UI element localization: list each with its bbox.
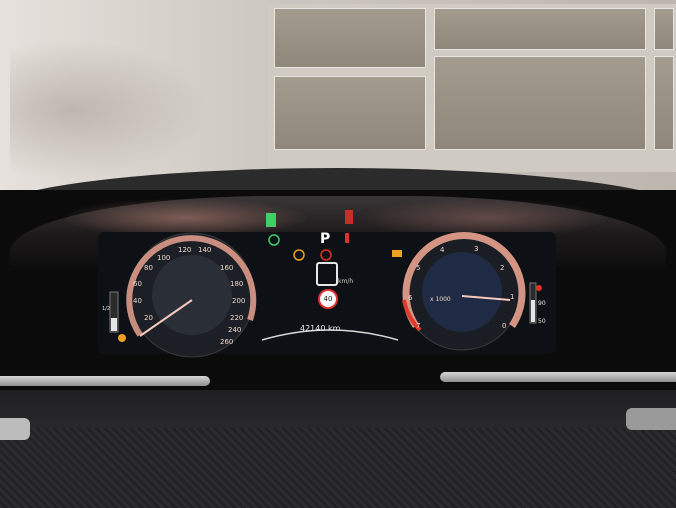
right-chrome-trim — [440, 372, 676, 382]
gear-indicator: P — [320, 231, 331, 247]
speed-tick: 60 — [133, 280, 142, 288]
rpm-tick: 1 — [510, 293, 515, 301]
rpm-tick: 3 — [474, 245, 479, 253]
traction-control-icon — [268, 234, 280, 246]
coolant-temp-level — [531, 300, 535, 322]
fuel-level — [111, 318, 117, 331]
rpm-tick: 4 — [440, 246, 445, 254]
speed-tick: 160 — [220, 264, 234, 272]
speed-limit-sign: 40 — [318, 289, 338, 309]
left-chrome-trim — [0, 376, 210, 386]
engine-warning-icon — [293, 249, 305, 261]
rpm-tick: 6 — [408, 294, 413, 302]
battery-icon — [392, 250, 402, 257]
red-indicator-light — [345, 210, 353, 224]
speed-tick: 260 — [220, 338, 234, 346]
speed-tick: 200 — [232, 297, 246, 305]
fuel-warning-icon — [118, 334, 126, 342]
speed-tick: 180 — [230, 280, 244, 288]
tachometer — [402, 231, 526, 351]
speed-tick: 80 — [144, 264, 153, 272]
rpm-tick: 2 — [500, 264, 505, 272]
carbon-fiber-trim — [0, 428, 676, 508]
photo-scene: P 20 40 60 80 100 120 140 160 180 200 22… — [0, 0, 676, 508]
rpm-tick: 7 — [416, 322, 421, 330]
right-air-vent — [626, 408, 676, 430]
speed-tick: 240 — [228, 326, 242, 334]
fuel-scale-mark: 1/2 — [102, 306, 111, 312]
temp-scale-low: 50 — [538, 318, 546, 325]
rpm-unit: x 1000 — [430, 296, 451, 303]
speed-tick: 140 — [198, 246, 212, 254]
left-air-vent — [0, 418, 30, 440]
speed-tick: 220 — [230, 314, 244, 322]
temp-scale-high: 90 — [538, 300, 546, 307]
door-open-icon — [536, 285, 542, 291]
temperature-warning-icon — [345, 233, 349, 243]
green-indicator-light — [266, 213, 276, 227]
odometer: 42140 km — [300, 324, 341, 333]
speed-tick: 120 — [178, 246, 192, 254]
brake-warning-icon — [320, 249, 332, 261]
speed-tick: 20 — [144, 314, 153, 322]
dashboard-cowl — [0, 390, 676, 430]
digital-speed-display — [316, 262, 338, 286]
speedometer — [126, 232, 257, 358]
rpm-tick: 5 — [416, 264, 421, 272]
speed-tick: 100 — [157, 254, 171, 262]
tachometer-dial — [422, 252, 502, 332]
speed-unit: km/h — [338, 278, 354, 285]
rpm-tick: 0 — [502, 322, 507, 330]
speed-tick: 40 — [133, 297, 142, 305]
